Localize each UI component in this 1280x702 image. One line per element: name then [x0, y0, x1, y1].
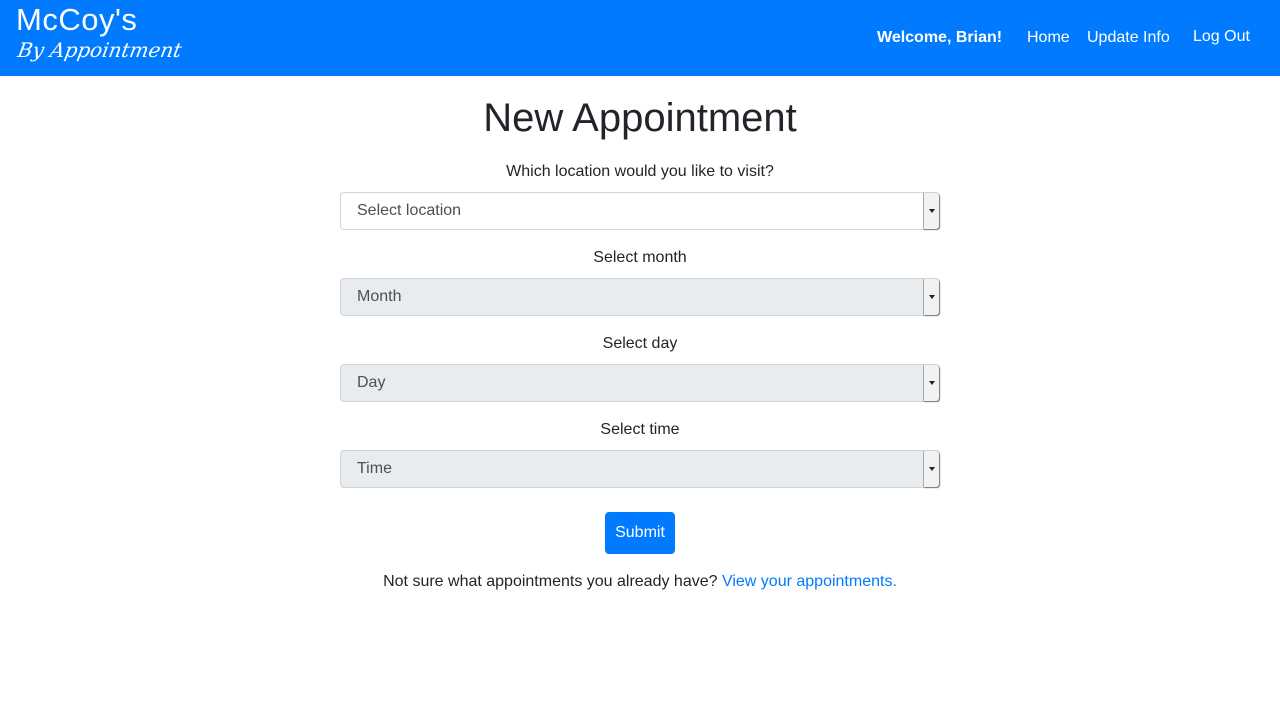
welcome-message: Welcome, Brian!: [877, 29, 1003, 46]
time-select-value: Time: [357, 460, 392, 477]
brand-tagline: By Appointment: [15, 38, 184, 62]
page-title: New Appointment: [483, 96, 797, 140]
brand-logo[interactable]: McCoy's By Appointment: [15, 2, 184, 62]
nav-home-link[interactable]: Home: [1027, 29, 1070, 47]
chevron-down-icon: [923, 279, 939, 315]
view-appointments-link[interactable]: View your appointments.: [722, 573, 897, 590]
top-navbar: McCoy's By Appointment Welcome, Brian! H…: [0, 0, 1280, 76]
month-select[interactable]: Month: [340, 278, 940, 316]
brand-name: McCoy's: [16, 2, 138, 37]
appointments-note-text: Not sure what appointments you already h…: [383, 573, 718, 590]
location-label: Which location would you like to visit?: [506, 163, 774, 180]
nav-update-info-link[interactable]: Update Info: [1087, 29, 1170, 47]
chevron-down-icon: [923, 451, 939, 487]
day-select[interactable]: Day: [340, 364, 940, 402]
time-select[interactable]: Time: [340, 450, 940, 488]
chevron-down-icon: [923, 193, 939, 229]
month-select-value: Month: [357, 288, 402, 305]
appointment-form: New Appointment Which location would you…: [0, 76, 1280, 702]
time-label: Select time: [600, 421, 680, 438]
submit-button[interactable]: Submit: [605, 512, 675, 554]
day-select-value: Day: [357, 374, 386, 391]
chevron-down-icon: [923, 365, 939, 401]
month-label: Select month: [593, 249, 687, 266]
appointments-note: Not sure what appointments you already h…: [0, 572, 1280, 592]
day-label: Select day: [602, 335, 678, 352]
location-select[interactable]: Select location: [340, 192, 940, 230]
location-select-value: Select location: [357, 202, 462, 219]
nav-log-out-link[interactable]: Log Out: [1193, 28, 1250, 46]
